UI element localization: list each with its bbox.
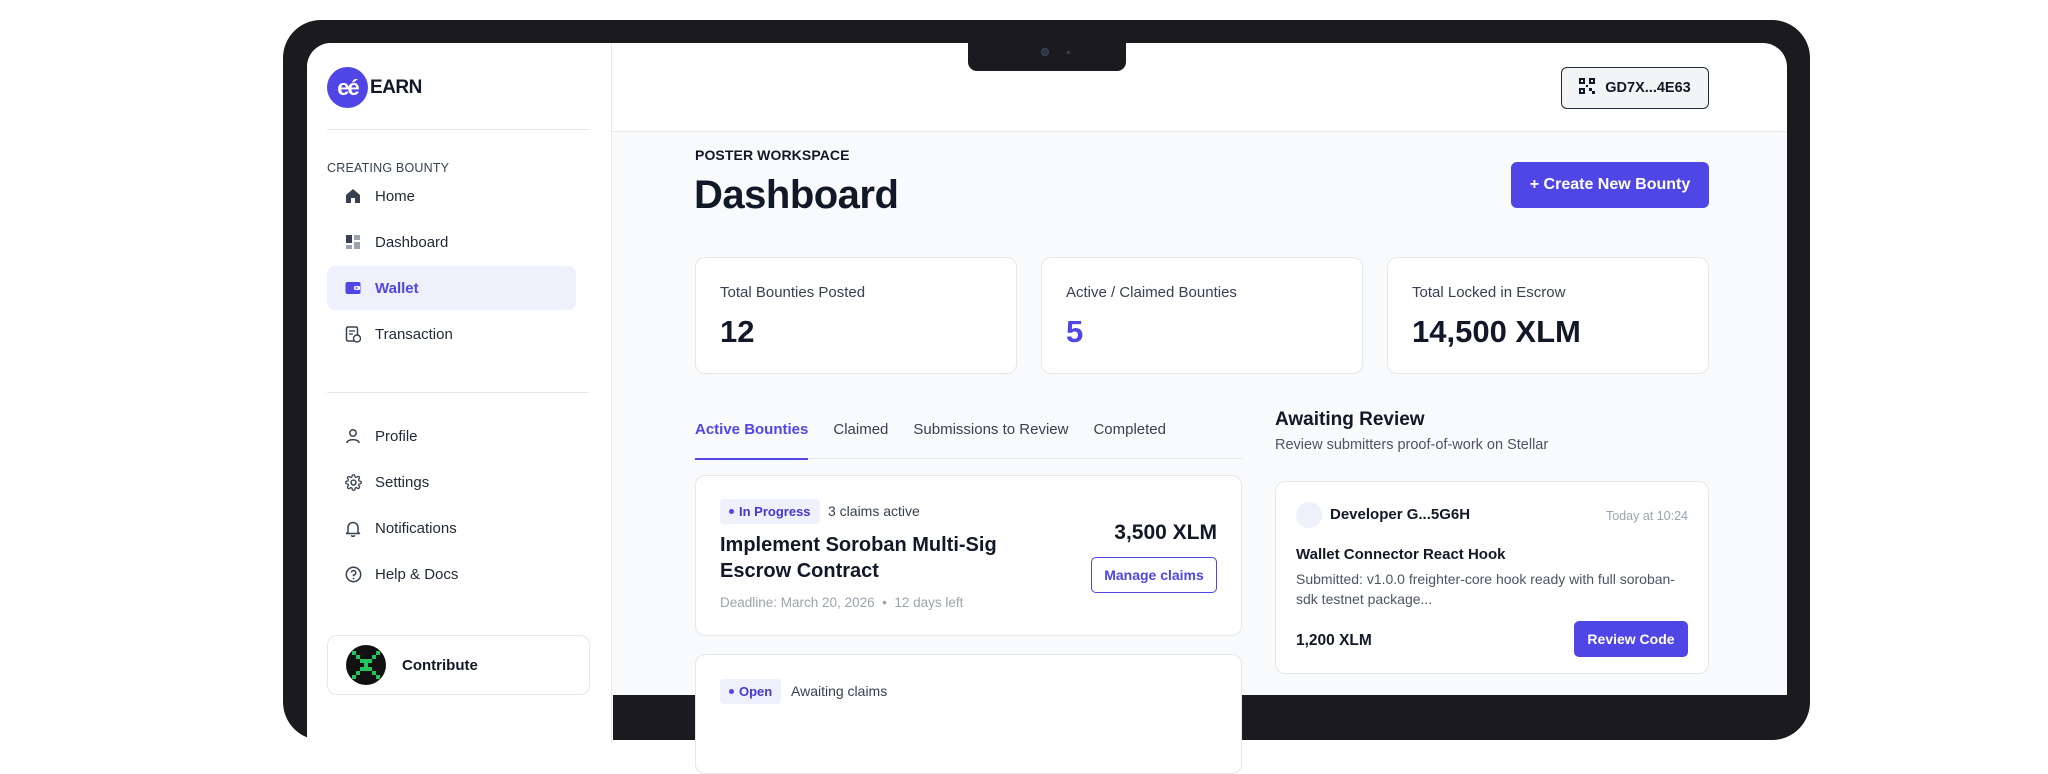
stat-card: Total Locked in Escrow 14,500 XLM — [1387, 257, 1709, 374]
sidebar-item-label: Help & Docs — [375, 565, 459, 583]
review-code-button[interactable]: Review Code — [1574, 621, 1688, 657]
logo-mark: eé — [327, 67, 368, 108]
status-badge: Open — [720, 679, 782, 704]
sidebar-item-dashboard[interactable]: Dashboard — [327, 220, 576, 264]
stat-card: Total Bounties Posted 12 — [695, 257, 1017, 374]
sidebar-item-label: Dashboard — [375, 233, 449, 251]
review-subheading: Review submitters proof-of-work on Stell… — [1275, 437, 1549, 453]
page-title: Dashboard — [694, 173, 899, 217]
submission-time: Today at 10:24 — [1605, 509, 1688, 523]
sidebar-item-label: Home — [375, 187, 416, 205]
stat-label: Total Bounties Posted — [720, 284, 866, 301]
sidebar-item-home[interactable]: Home — [327, 174, 576, 218]
submission-description: Submitted: v1.0.0 freighter-core hook re… — [1296, 571, 1675, 607]
sidebar-item-label: Notifications — [375, 519, 457, 537]
sidebar-item-label: Profile — [375, 427, 418, 445]
sidebar-item-label: Wallet — [375, 279, 419, 297]
tab-completed[interactable]: Completed — [1093, 421, 1166, 459]
sidebar-item-wallet[interactable]: Wallet — [327, 266, 576, 310]
stat-value: 14,500 XLM — [1412, 314, 1581, 349]
developer-name: Developer G...5G6H — [1330, 506, 1471, 523]
tab-active-bounties[interactable]: Active Bounties — [695, 421, 809, 460]
submission-amount: 1,200 XLM — [1296, 632, 1372, 649]
status-badge: In Progress — [720, 499, 820, 524]
stat-value: 5 — [1066, 314, 1084, 349]
user-icon — [343, 426, 363, 446]
claims-count: 3 claims active — [828, 503, 920, 519]
sidebar: eé EARN CREATING BOUNTY Home Dashboard W… — [307, 43, 612, 743]
tab-submissions-to-review[interactable]: Submissions to Review — [913, 421, 1068, 459]
help-icon — [343, 564, 363, 584]
claims-count: Awaiting claims — [791, 683, 888, 699]
brand-name: EARN — [370, 76, 422, 98]
stat-label: Total Locked in Escrow — [1412, 284, 1566, 301]
gear-icon — [343, 472, 363, 492]
bounty-deadline: Deadline: March 20, 2026 • 12 days left — [720, 595, 964, 610]
avatar — [1296, 502, 1322, 528]
contribute-button[interactable]: Contribute — [327, 635, 590, 695]
home-icon — [343, 186, 363, 206]
bell-icon — [343, 518, 363, 538]
submission-title: Wallet Connector React Hook — [1296, 546, 1506, 563]
logo[interactable]: eé EARN — [327, 67, 422, 108]
bounty-amount: 3,500 XLM — [1114, 521, 1217, 544]
bounty-title: Implement Soroban Multi-Sig Escrow Contr… — [720, 534, 997, 582]
page-eyebrow: POSTER WORKSPACE — [695, 147, 850, 163]
sidebar-divider — [327, 129, 589, 130]
dashboard-icon — [343, 232, 363, 252]
bounty-card[interactable]: In Progress 3 claims active Implement So… — [695, 475, 1242, 636]
sidebar-section-label: CREATING BOUNTY — [327, 161, 450, 175]
contribute-label: Contribute — [402, 656, 478, 674]
review-card[interactable]: Developer G...5G6H Today at 10:24 Wallet… — [1275, 481, 1709, 674]
review-heading: Awaiting Review — [1275, 409, 1425, 430]
sidebar-divider — [327, 392, 589, 393]
stat-label: Active / Claimed Bounties — [1066, 284, 1237, 301]
sidebar-item-settings[interactable]: Settings — [327, 460, 576, 504]
camera-notch — [968, 41, 1126, 71]
sidebar-item-label: Transaction — [375, 325, 453, 343]
sidebar-item-profile[interactable]: Profile — [327, 414, 576, 458]
bounty-tabs: Active Bounties Claimed Submissions to R… — [695, 421, 1242, 460]
wallet-address: GD7X...4E63 — [1605, 80, 1691, 96]
sidebar-item-transaction[interactable]: Transaction — [327, 312, 576, 356]
stat-value: 12 — [720, 314, 755, 349]
wallet-icon — [343, 278, 363, 298]
bounty-card[interactable]: Open Awaiting claims — [695, 654, 1242, 774]
sidebar-item-label: Settings — [375, 473, 430, 491]
sidebar-item-notifications[interactable]: Notifications — [327, 506, 576, 550]
contribute-avatar — [346, 645, 386, 685]
camera-icon — [1041, 48, 1049, 56]
qr-code-icon — [1579, 78, 1596, 98]
app-screen: eé EARN CREATING BOUNTY Home Dashboard W… — [307, 43, 613, 743]
tab-claimed[interactable]: Claimed — [833, 421, 888, 459]
stat-card: Active / Claimed Bounties 5 — [1041, 257, 1363, 374]
sensor-dot — [1067, 51, 1070, 54]
sidebar-item-help[interactable]: Help & Docs — [327, 552, 576, 596]
wallet-address-button[interactable]: GD7X...4E63 — [1561, 67, 1709, 109]
manage-claims-button[interactable]: Manage claims — [1091, 557, 1217, 593]
transaction-icon — [343, 324, 363, 344]
create-bounty-button[interactable]: + Create New Bounty — [1511, 162, 1709, 208]
